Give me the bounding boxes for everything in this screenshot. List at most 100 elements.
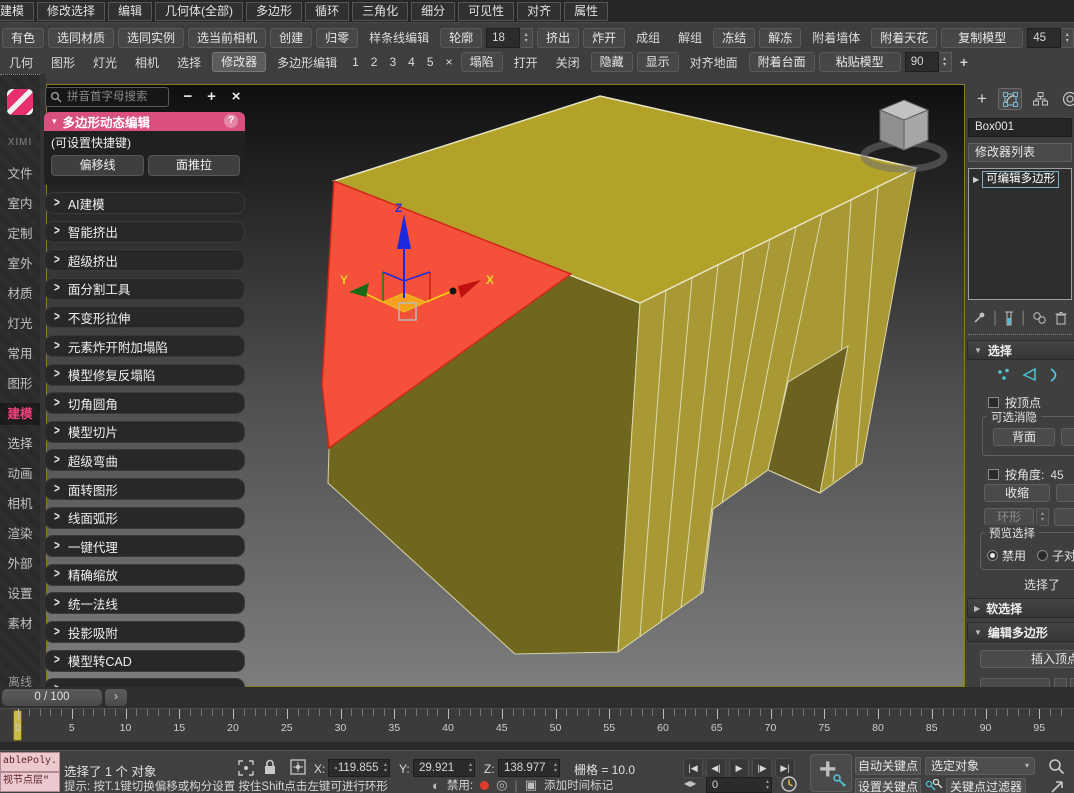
menu-tab-0[interactable]: 建模 (0, 2, 34, 21)
current-frame-value[interactable]: 0 (712, 778, 718, 792)
menu-tab-3[interactable]: 几何体(全部) (155, 2, 243, 21)
menu-tab-4[interactable]: 多边形 (246, 2, 302, 21)
key-filters-button[interactable]: 关键点过滤器 (946, 778, 1026, 793)
toolbar2-item-5[interactable]: 修改器 (212, 52, 266, 72)
modifier-stack-row[interactable]: ▶ 可编辑多边形 (969, 170, 1071, 188)
grow-button-clipped[interactable] (1056, 484, 1074, 502)
toolbar1-item-13[interactable]: 冻结 (713, 28, 755, 48)
toolbar2-item-20[interactable]: 粘贴模型 (819, 52, 901, 72)
object-name-field[interactable]: Box001 (968, 118, 1072, 137)
help-icon[interactable]: ? (224, 114, 238, 128)
pin-stack-icon[interactable] (972, 311, 986, 325)
sidebar-item-13[interactable]: 外部 (0, 553, 40, 575)
modify-tab-icon[interactable] (998, 88, 1022, 110)
y-coord-field[interactable]: 29.921 ▴▾ (413, 759, 475, 777)
isolate-selection-icon[interactable] (238, 760, 254, 776)
toolbar1-item-1[interactable]: 选同材质 (48, 28, 114, 48)
add-time-tag[interactable]: 添加时间标记 (544, 777, 613, 793)
sidebar-item-11[interactable]: 相机 (0, 493, 40, 515)
plugin-section-10[interactable]: >面转图形 (44, 478, 245, 500)
radio-on-icon[interactable] (987, 550, 998, 561)
plugin-section-8[interactable]: >模型切片 (44, 421, 245, 443)
toolbar1-item-0[interactable]: 有色 (2, 28, 44, 48)
toolbar2-item-16[interactable]: 隐藏 (591, 52, 633, 72)
modifier-stack[interactable]: ▶ 可编辑多边形 (968, 168, 1072, 300)
plugin-section-9[interactable]: >超级弯曲 (44, 449, 245, 471)
toolbar2-item-8[interactable]: 2 (371, 55, 378, 69)
sidebar-item-0[interactable]: 文件 (0, 163, 40, 185)
adaptive-degradation-icon[interactable]: ◐ (432, 778, 440, 793)
remove-modifier-icon[interactable] (1055, 311, 1067, 325)
current-frame-field[interactable]: 0 ▴▾ (706, 777, 772, 793)
panel-minimize-button[interactable]: − (178, 87, 198, 107)
stack-item-label[interactable]: 可编辑多边形 (982, 171, 1059, 188)
spinner-icon[interactable]: ▴▾ (554, 762, 557, 774)
toolbar2-item-19[interactable]: 附着台面 (749, 52, 815, 72)
toolbar1-item-10[interactable]: 炸开 (583, 28, 625, 48)
loop-button-clipped[interactable] (1054, 508, 1074, 526)
sidebar-item-7[interactable]: 图形 (0, 373, 40, 395)
degradation-override-icon[interactable]: ◎ (496, 777, 507, 793)
hierarchy-tab-icon[interactable] (1028, 88, 1052, 110)
menu-tab-1[interactable]: 修改选择 (37, 2, 105, 21)
insert-vertex-button[interactable]: 插入顶点 (980, 650, 1074, 668)
toolbar1-item-7[interactable]: 轮廓 (440, 28, 482, 48)
backface-button[interactable]: 背面 (993, 428, 1055, 446)
plugin-section-15[interactable]: >投影吸附 (44, 621, 245, 643)
menu-tab-10[interactable]: 属性 (564, 2, 608, 21)
ring-spinner[interactable]: ▴▾ (1036, 508, 1049, 526)
plugin-section-12[interactable]: >一键代理 (44, 535, 245, 557)
zoom-tool-icon[interactable] (1048, 758, 1065, 775)
radio-off-icon[interactable] (1037, 550, 1048, 561)
spinner-arrows-icon[interactable]: ▴▾ (939, 52, 952, 72)
toolbar1-item-4[interactable]: 创建 (270, 28, 312, 48)
toolbar2-item-10[interactable]: 4 (408, 55, 415, 69)
auto-key-button[interactable]: 自动关键点 (855, 757, 921, 775)
border-mode-icon[interactable] (1048, 367, 1062, 383)
face-pushpull-button[interactable]: 面推拉 (148, 155, 240, 176)
by-angle-row[interactable]: 按角度: 45 (988, 466, 1064, 483)
toolbar1-spinner-8[interactable]: 18▴▾ (486, 28, 533, 48)
toolbar2-item-7[interactable]: 1 (352, 55, 359, 69)
sidebar-item-1[interactable]: 室内 (0, 193, 40, 215)
plugin-section-5[interactable]: >元素炸开附加塌陷 (44, 335, 245, 357)
toolbar1-spinner-18[interactable]: 45▴▾ (1027, 28, 1074, 48)
search-input[interactable] (65, 88, 167, 106)
plugin-section-1[interactable]: >智能挤出 (44, 221, 245, 243)
rollout-edit-poly[interactable]: ▼ 编辑多边形 (967, 622, 1074, 642)
plugin-section-partial[interactable]: > (44, 678, 245, 687)
selected-object-dropdown[interactable]: 选定对象 ▾ (925, 757, 1035, 775)
frame-step-icon[interactable]: ◀▶ (684, 779, 696, 788)
search-box[interactable] (45, 87, 169, 107)
toolbar1-item-3[interactable]: 选当前相机 (188, 28, 266, 48)
menu-tab-2[interactable]: 编辑 (108, 2, 152, 21)
toolbar2-item-17[interactable]: 显示 (637, 52, 679, 72)
plugin-header[interactable]: ▾ 多边形动态编辑 ? (44, 112, 245, 131)
toolbar1-spinner-value-8[interactable]: 18 (486, 28, 520, 48)
toolbar2-item-12[interactable]: × (446, 55, 453, 69)
toolbar1-item-5[interactable]: 归零 (316, 28, 358, 48)
sidebar-item-6[interactable]: 常用 (0, 343, 40, 365)
sidebar-item-10[interactable]: 动画 (0, 463, 40, 485)
x-coord-field[interactable]: -119.855 ▴▾ (328, 759, 390, 777)
offset-line-button[interactable]: 偏移线 (51, 155, 144, 176)
toolbar2-item-22[interactable]: + (960, 54, 968, 70)
sidebar-item-12[interactable]: 渲染 (0, 523, 40, 545)
plugin-section-14[interactable]: >统一法线 (44, 592, 245, 614)
time-configuration-icon[interactable] (780, 775, 798, 793)
y-coord-value[interactable]: 29.921 (419, 760, 454, 776)
set-key-button[interactable]: 设置关键点 (855, 778, 921, 793)
plugin-section-0[interactable]: >AI建模 (44, 192, 245, 214)
z-coord-value[interactable]: 138.977 (504, 760, 546, 776)
vertex-mode-icon[interactable] (996, 367, 1012, 383)
edge-mode-icon[interactable] (1022, 367, 1038, 383)
modifier-list-dropdown[interactable]: 修改器列表 (968, 143, 1072, 162)
menu-tab-5[interactable]: 循环 (305, 2, 349, 21)
toolbar2-spinner-21[interactable]: 90▴▾ (905, 52, 952, 72)
show-end-result-icon[interactable] (1004, 311, 1014, 326)
sidebar-item-2[interactable]: 定制 (0, 223, 40, 245)
rollout-soft-selection[interactable]: ▶ 软选择 (967, 598, 1074, 618)
panel-add-button[interactable]: + (202, 87, 222, 107)
toolbar1-item-9[interactable]: 挤出 (537, 28, 579, 48)
toolbar1-item-17[interactable]: 复制模型 (941, 28, 1023, 48)
